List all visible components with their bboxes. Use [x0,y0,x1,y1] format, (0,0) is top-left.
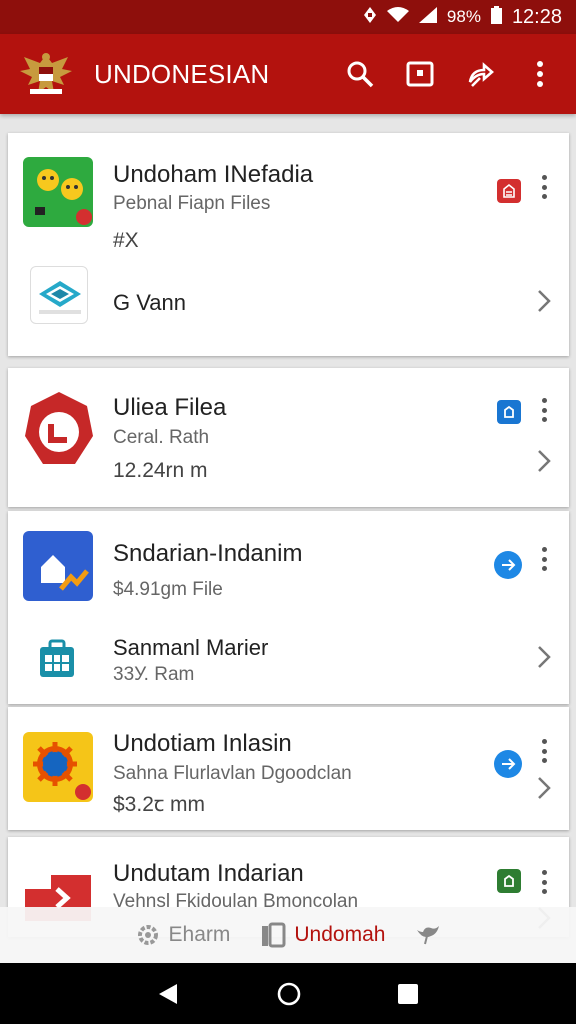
file-name: G Vann [113,290,186,315]
more-menu-button[interactable] [534,172,554,202]
file-subtitle: $4.91ɡm File [113,579,223,600]
library-icon [262,922,286,948]
file-card[interactable]: Undotiam Inlasin Sahna Flurlavlan Dgoodc… [8,707,569,830]
file-subtitle: Pebnal Fiapn Files [113,193,271,214]
file-meta: #X [113,229,139,252]
recents-icon[interactable] [397,983,419,1005]
file-name: Sndarian-Indanim [113,540,303,567]
gear-icon [137,925,158,945]
file-name: Undutam Indarian [113,860,304,887]
file-name: Undotiam Inlasin [113,730,292,757]
file-name: Uliea Filea [113,394,227,421]
status-bar: 98% 12:28 [0,0,576,34]
storage-app-icon [30,266,88,324]
tab-label: Eharm [168,923,231,946]
app-settings-icon [23,732,93,802]
tab-eharm[interactable]: Eharm [135,922,231,948]
home-icon[interactable] [276,981,302,1007]
chevron-right-icon[interactable] [534,775,554,801]
more-menu-button[interactable] [534,867,554,897]
tab-undomah[interactable]: Undomah [260,922,385,948]
data-saver-icon [363,6,377,29]
file-type-badge-icon [497,400,521,424]
app-timer-icon [21,390,97,470]
app-emoji-icon [23,157,93,227]
file-subtitle: Ceral. Rath [113,427,210,448]
clock: 12:28 [511,5,562,28]
file-type-badge-icon [497,869,521,893]
app-title: UNDONESIAN [94,58,270,89]
chevron-right-icon[interactable] [534,288,554,314]
file-name: Sanmanl Marier [113,635,269,660]
send-badge-icon [494,551,522,579]
tab-bird[interactable] [415,922,441,948]
more-menu-button[interactable] [534,544,554,574]
battery-percent: 98% [446,7,481,26]
back-icon[interactable] [157,982,181,1006]
more-menu-button[interactable] [534,736,554,766]
file-meta: 12.24rn m [113,459,208,482]
file-name: Undoham INefadia [113,161,314,188]
file-meta: $3.2ꞇ mm [113,793,205,816]
tab-label: Undomah [294,923,386,946]
app-bar: UNDONESIAN [0,34,576,114]
file-subtitle: 33У. Ram [113,664,195,685]
bottom-tab-bar: Eharm Undomah [0,907,576,963]
file-subtitle: Sahna Flurlavlan Dgoodclan [113,763,352,784]
signal-icon [418,6,437,28]
app-home-icon [23,531,93,601]
file-type-badge-icon [497,179,521,203]
calendar-app-icon [36,639,78,681]
file-card[interactable]: Sndarian-Indanim $4.91ɡm File Sanmanl Ma… [8,511,569,704]
wifi-icon [386,6,409,28]
system-navigation-bar [0,963,576,1024]
share-button[interactable] [460,54,500,94]
open-in-app-button[interactable] [400,54,440,94]
garuda-emblem-icon [18,49,74,99]
search-button[interactable] [340,54,380,94]
more-options-button[interactable] [520,54,560,94]
file-card[interactable]: Undoham INefadia Pebnal Fiapn Files #X G… [8,133,569,356]
file-card[interactable]: Uliea Filea Ceral. Rath 12.24rn m [8,368,569,507]
bird-icon [417,926,440,945]
send-badge-icon [494,750,522,778]
chevron-right-icon[interactable] [534,448,554,474]
chevron-right-icon[interactable] [534,644,554,670]
more-menu-button[interactable] [534,395,554,425]
battery-icon [490,5,502,29]
